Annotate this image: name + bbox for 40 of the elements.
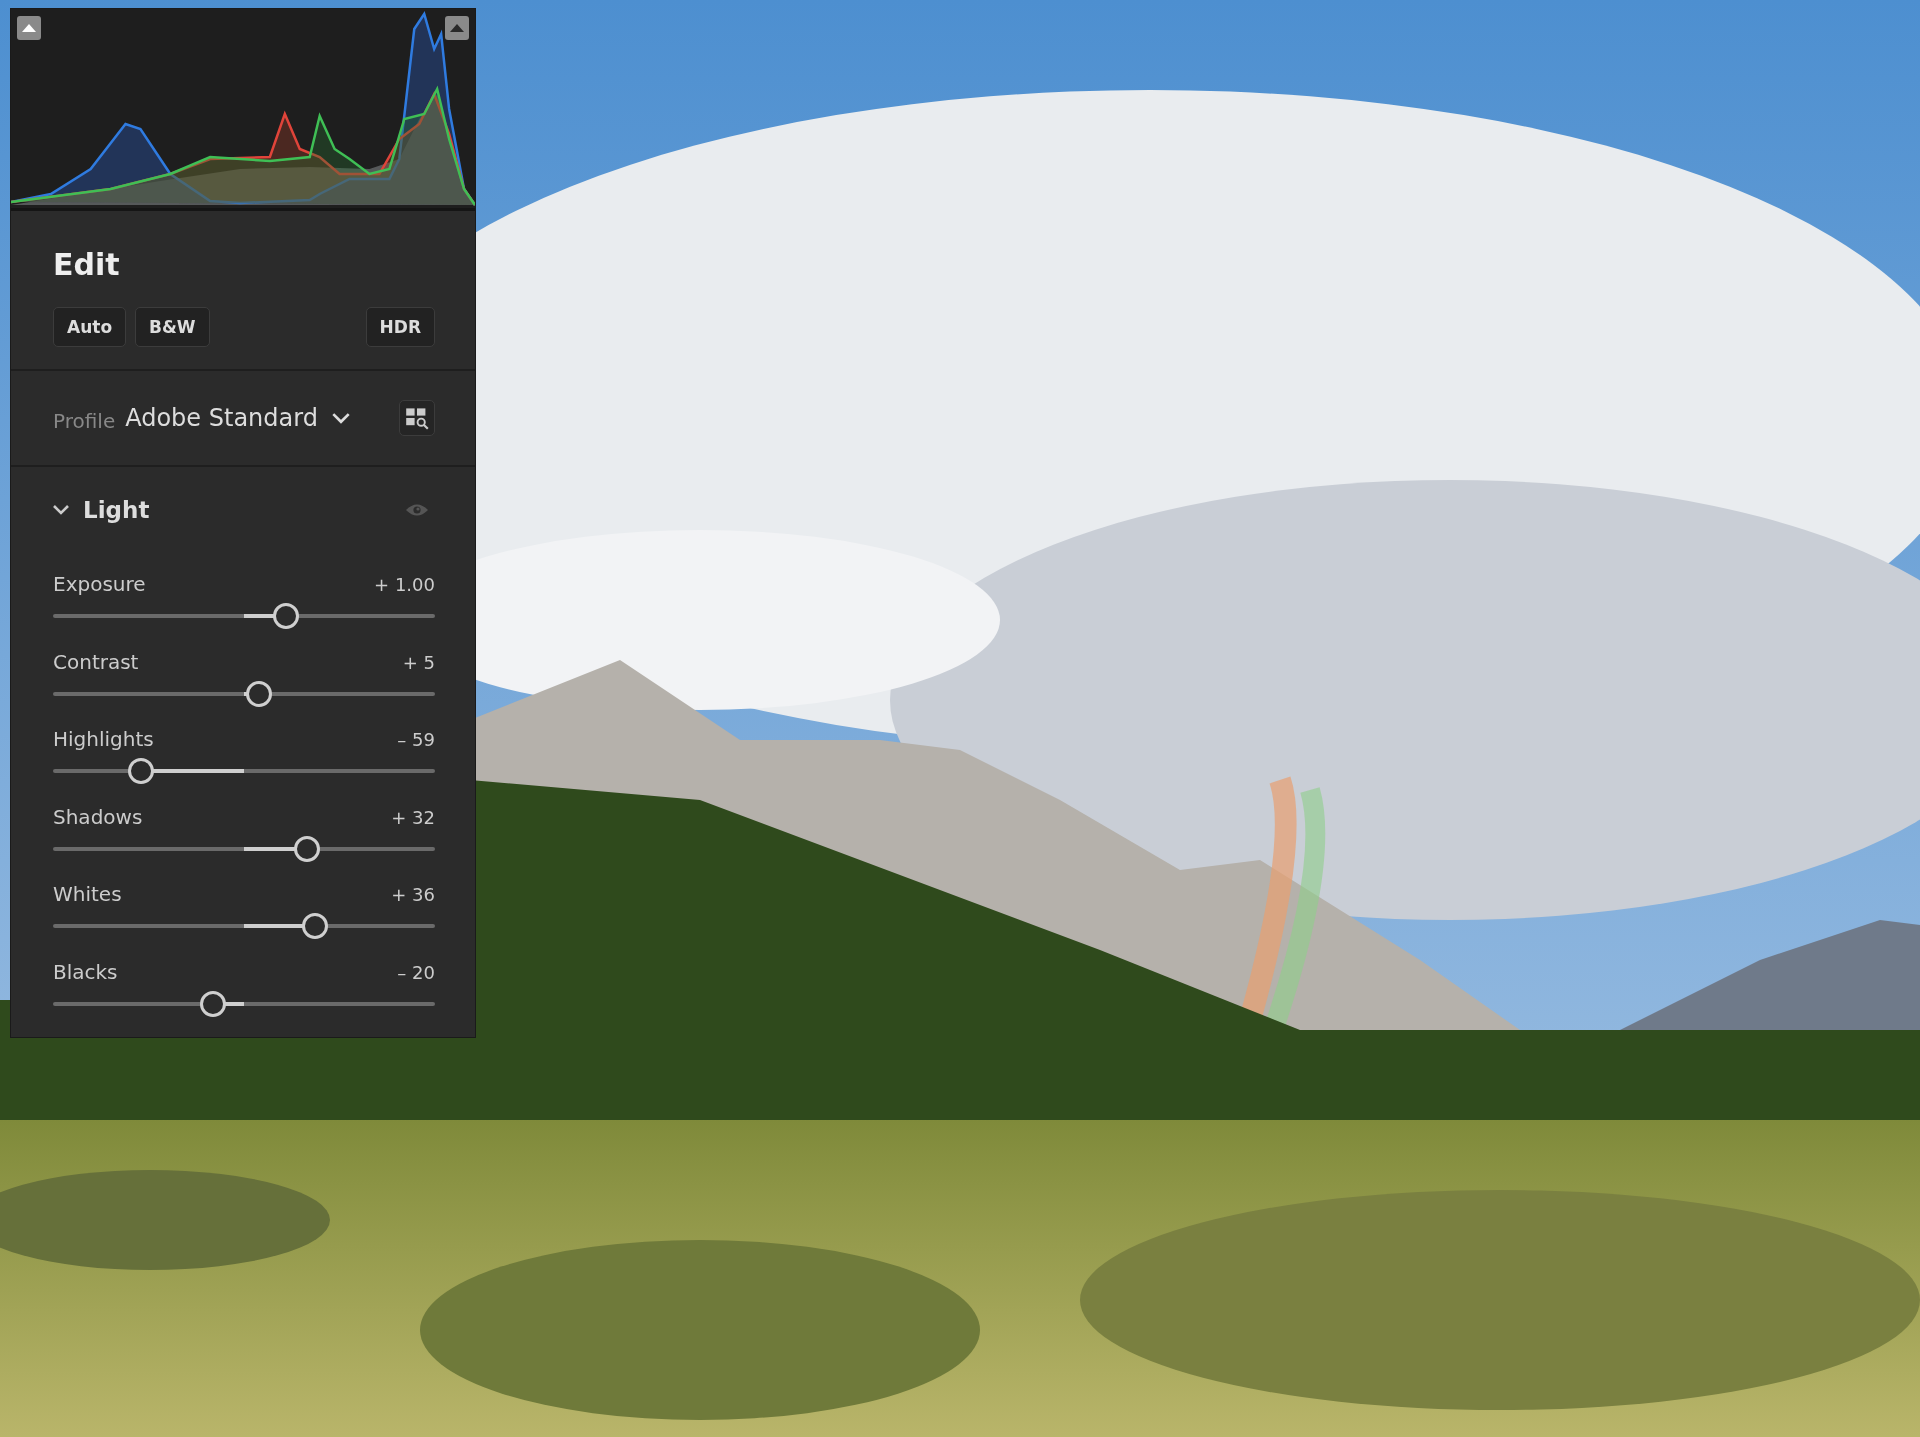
- triangle-icon: [450, 24, 464, 32]
- chevron-icon: [53, 505, 69, 515]
- slider-value: – 59: [397, 729, 435, 750]
- slider-track[interactable]: [53, 758, 435, 784]
- slider-thumb[interactable]: [127, 758, 154, 784]
- slider-track[interactable]: [53, 990, 435, 1017]
- slider-thumb[interactable]: [273, 603, 299, 629]
- slider-label: Highlights: [53, 727, 154, 751]
- slider-track[interactable]: [53, 835, 435, 862]
- preset-button[interactable]: B&W: [135, 307, 210, 347]
- slider-thumb[interactable]: [301, 913, 328, 939]
- section-toggle[interactable]: Light: [53, 497, 150, 523]
- slider-value: + 5: [402, 651, 435, 673]
- slider-track[interactable]: [53, 680, 435, 707]
- slider-track[interactable]: [53, 913, 435, 939]
- profile-dropdown[interactable]: Adobe Standard: [125, 404, 350, 432]
- triangle-icon: [22, 24, 36, 32]
- caret-icon: [331, 412, 350, 424]
- slider-track[interactable]: [53, 603, 435, 629]
- slider-value: + 32: [391, 806, 435, 828]
- profile-browser-button[interactable]: [399, 400, 435, 436]
- shadow-clipping-button[interactable]: [17, 16, 41, 40]
- preset-button[interactable]: Auto: [53, 307, 127, 347]
- slider-label: Blacks: [53, 959, 118, 984]
- slider-thumb[interactable]: [246, 680, 273, 707]
- slider-label: Whites: [53, 882, 122, 906]
- slider-label: Exposure: [53, 572, 146, 596]
- grid-search-icon: [405, 406, 429, 430]
- slider-value: + 1.00: [374, 574, 435, 595]
- slider-value: + 36: [391, 884, 435, 905]
- slider-thumb[interactable]: [200, 990, 227, 1017]
- profile-label: Profile: [53, 409, 116, 433]
- slider-value: – 20: [397, 961, 435, 983]
- preset-button[interactable]: HDR: [365, 307, 435, 347]
- highlight-clipping-button[interactable]: [445, 16, 469, 40]
- eye-icon: [405, 503, 429, 517]
- slider-thumb[interactable]: [294, 835, 320, 862]
- slider-label: Contrast: [53, 649, 139, 674]
- slider-label: Shadows: [53, 804, 143, 829]
- panel-title: Edit: [53, 246, 121, 284]
